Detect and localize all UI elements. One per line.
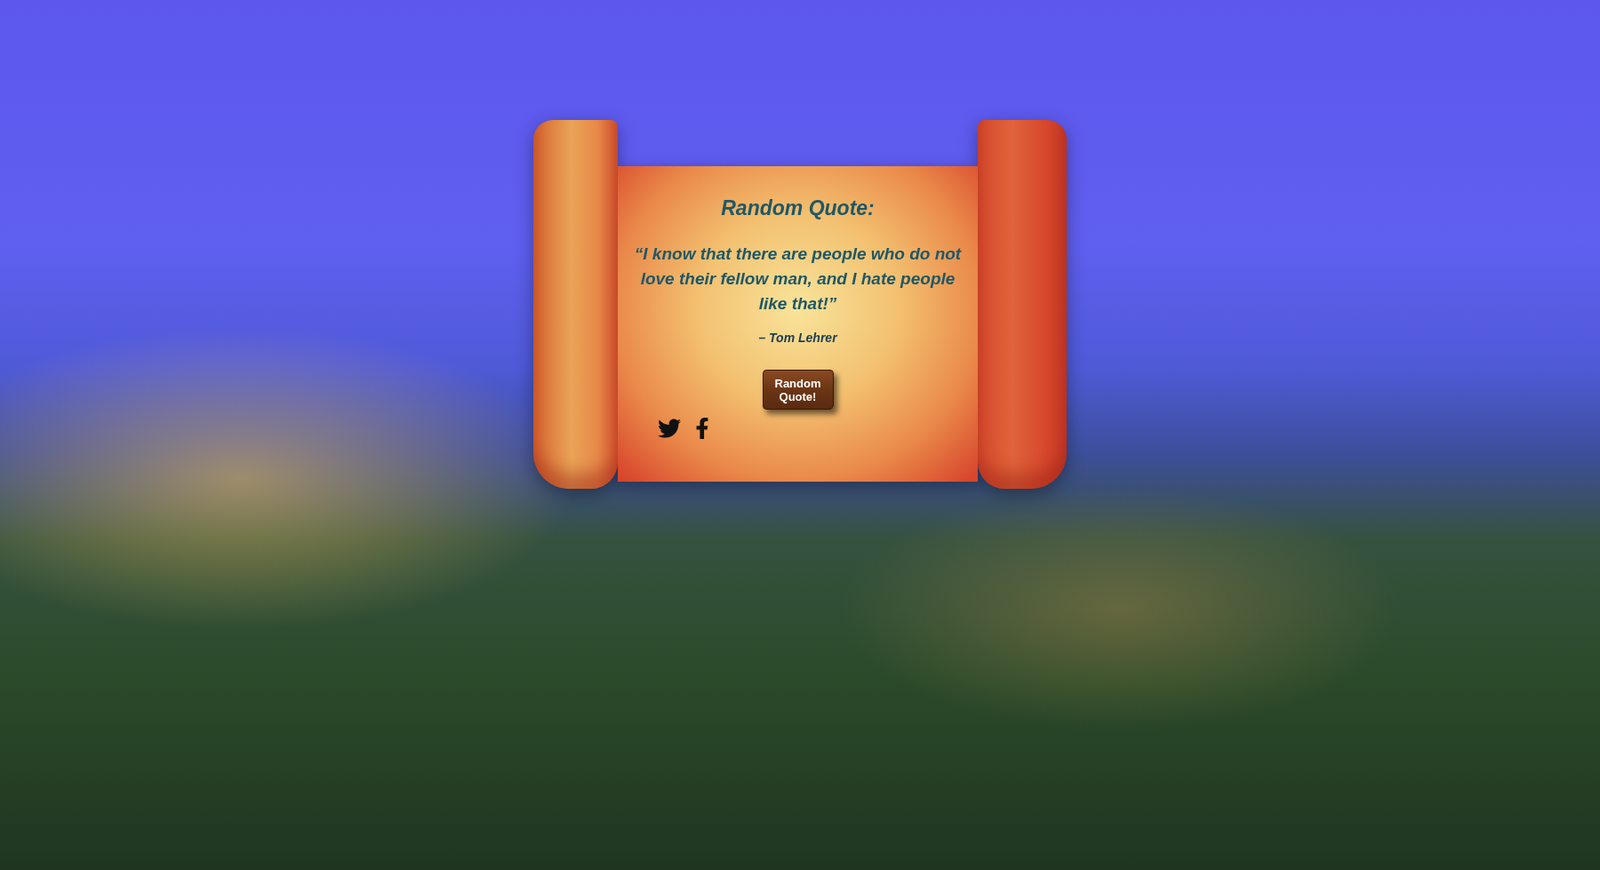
random-quote-button[interactable]: Random Quote! xyxy=(762,369,834,410)
scroll-left-roll xyxy=(533,120,618,489)
quote-card: Random Quote: “I know that there are peop… xyxy=(617,166,978,482)
facebook-icon[interactable] xyxy=(691,417,713,440)
card-title: Random Quote: xyxy=(720,196,875,221)
page: Random Quote: “I know that there are peop… xyxy=(0,0,1600,870)
twitter-icon[interactable] xyxy=(657,416,681,440)
scroll-right-roll xyxy=(977,120,1067,489)
share-links xyxy=(657,416,713,440)
quote-text: “I know that there are people who do not… xyxy=(626,241,969,317)
quote-scroll: Random Quote: “I know that there are peop… xyxy=(533,120,1067,489)
facebook-share-link[interactable] xyxy=(691,417,713,440)
twitter-share-link[interactable] xyxy=(657,416,681,440)
quote-author: – Tom Lehrer xyxy=(758,330,837,345)
